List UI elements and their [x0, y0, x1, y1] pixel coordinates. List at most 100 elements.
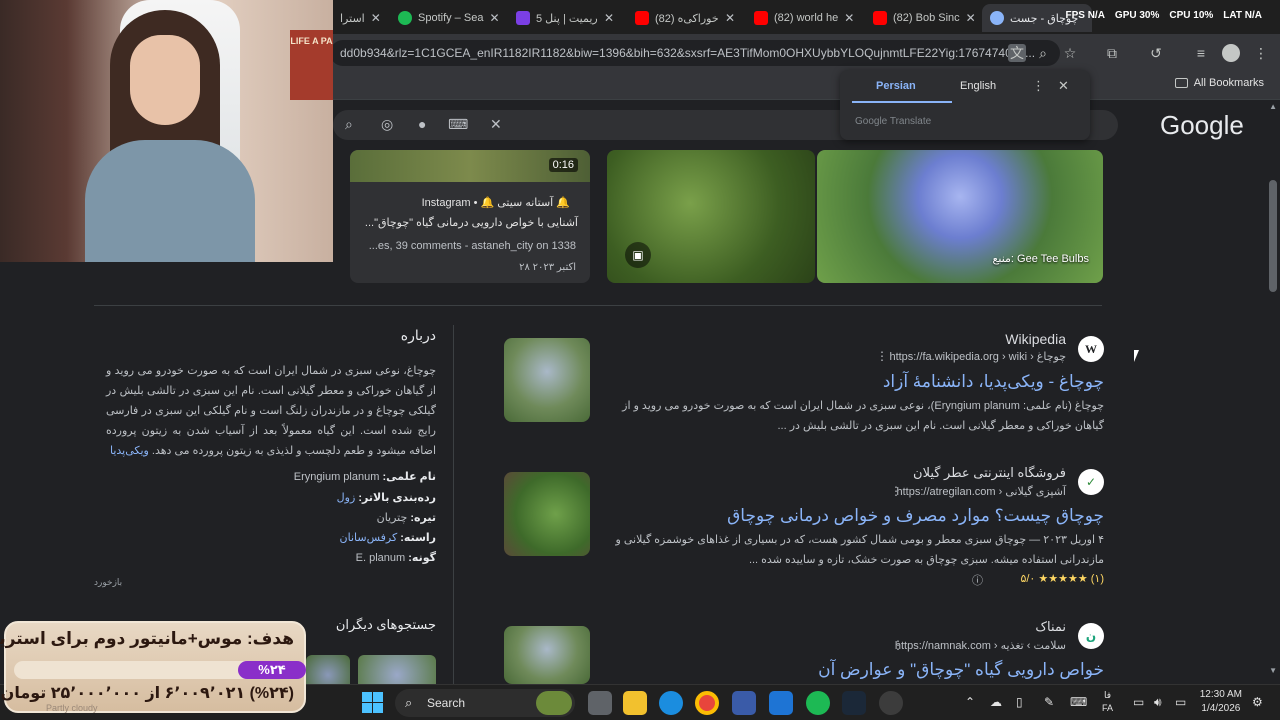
image-result-thistle[interactable]: منبع: Gee Tee Bulbs [817, 150, 1103, 283]
battery-icon[interactable]: ▭ [1175, 695, 1186, 709]
microphone-icon[interactable]: ● [418, 116, 426, 132]
feedback-link[interactable]: بازخورد [94, 577, 122, 588]
steam-icon[interactable] [842, 691, 866, 715]
profile-avatar-icon[interactable] [1222, 44, 1240, 62]
result-snippet: چوچاغ (نام علمی: Eryngium planum)، نوعی … [622, 400, 1104, 432]
cpu-readout: CPU 10% [1169, 10, 1214, 21]
translate-icon[interactable]: 文 [1008, 44, 1026, 62]
input-language-indicator[interactable]: فا FA [1102, 689, 1113, 715]
google-logo[interactable]: Google [1160, 110, 1244, 141]
tab-2[interactable]: ریمیت | پنل 5 ✕ [508, 4, 622, 32]
network-icon[interactable]: ▭ [1133, 695, 1144, 709]
tab-close-icon[interactable]: ✕ [489, 11, 499, 25]
tab-close-icon[interactable]: ✕ [966, 11, 976, 25]
app-icon[interactable] [769, 691, 793, 715]
system-monitor-overlay: FPS N/A GPU 30% CPU 10% LAT N/A [1065, 10, 1262, 21]
keyboard-icon[interactable]: ⌨ [1070, 695, 1087, 709]
goal-progress-bar: %۲۴ [14, 661, 306, 679]
task-view-icon[interactable] [588, 691, 612, 715]
result-title-link[interactable]: خواص دارویی گیاه "چوچاق" و عوارض آن [818, 660, 1104, 680]
address-bar[interactable]: dd0b934&rlz=1C1GCEA_enIR1182IR1182&biw=1… [330, 40, 1060, 66]
file-explorer-icon[interactable] [623, 691, 647, 715]
scroll-up-arrow-icon[interactable]: ▲ [1269, 102, 1277, 111]
info-icon[interactable]: ⓘ [972, 572, 983, 588]
result-options-icon[interactable]: ⋮ [890, 484, 902, 498]
tab-close-icon[interactable]: ✕ [844, 11, 854, 25]
volume-icon[interactable]: 🔊︎ [1154, 695, 1162, 710]
lang-code: FA [1102, 703, 1114, 713]
browser-menu-icon[interactable]: ⋮ [1252, 44, 1270, 62]
search-result-namnak: ن نمناک https://namnak.com › سلامت › تغذ… [500, 618, 1104, 684]
google-translate-brand: Google Translate [855, 116, 932, 127]
gpu-readout: GPU 30% [1114, 10, 1160, 21]
tab-close-icon[interactable]: ✕ [725, 11, 735, 25]
translate-close-icon[interactable]: ✕ [1058, 78, 1069, 94]
windows-start-icon[interactable] [362, 692, 384, 714]
translate-tab-english[interactable]: English [960, 80, 996, 92]
tab-label: Spotify – Sea [418, 12, 484, 24]
usb-icon[interactable]: ▯ [1016, 695, 1023, 709]
tab-1[interactable]: Spotify – Sea ✕ [390, 4, 504, 32]
tab-3[interactable]: (82) خوراکی‌ه ✕ [627, 4, 743, 32]
fact-label: رده‌بندی بالاتر: [358, 492, 436, 504]
result-thumbnail[interactable] [504, 338, 590, 422]
image-result-leaves[interactable]: ▣ [607, 150, 815, 283]
tab-close-icon[interactable]: ✕ [371, 11, 381, 25]
page-scrollbar[interactable]: ▲ ▼ [1267, 100, 1277, 680]
media-control-icon[interactable]: ≡ [1192, 44, 1210, 62]
result-options-icon[interactable]: ⋮ [876, 349, 888, 363]
url-text: dd0b934&rlz=1C1GCEA_enIR1182IR1182&biw=1… [340, 46, 1036, 60]
lat-readout: LAT N/A [1223, 10, 1262, 21]
result-options-icon[interactable]: ⋮ [892, 638, 904, 652]
clock-date: 1/4/2026 [1201, 703, 1241, 714]
result-url: https://namnak.com › سلامت › تغذیه [894, 640, 1066, 652]
obs-icon[interactable] [879, 691, 903, 715]
knowledge-panel-title: درباره [400, 327, 436, 343]
translate-options-icon[interactable]: ⋮ [1032, 78, 1045, 94]
clear-search-icon[interactable]: ✕ [490, 116, 502, 133]
scroll-thumb[interactable] [1269, 180, 1277, 292]
fact-value-link[interactable]: زول [337, 492, 356, 504]
lens-icon[interactable]: ◎ [381, 116, 393, 133]
notification-icon[interactable]: ⚙ [1252, 695, 1263, 709]
translate-tab-persian[interactable]: Persian [876, 80, 916, 92]
zoom-icon[interactable]: ⌕ [1034, 44, 1052, 62]
fact-higher-classification: رده‌بندی بالاتر: زول [337, 491, 436, 504]
video-duration: 0:16 [548, 158, 578, 172]
result-thumbnail[interactable] [504, 626, 590, 684]
fact-label: تیره: [410, 512, 436, 524]
spotify-icon[interactable] [806, 691, 830, 715]
bookmark-star-icon[interactable]: ☆ [1061, 44, 1079, 62]
tab-4[interactable]: (82) world he ✕ [746, 4, 860, 32]
edge-icon[interactable] [659, 691, 683, 715]
extensions-icon[interactable]: ⧉ [1103, 44, 1121, 62]
cloud-icon[interactable]: ☁ [990, 695, 1002, 709]
scroll-down-arrow-icon[interactable]: ▼ [1269, 666, 1277, 675]
tab-label: ریمیت | پنل 5 [536, 12, 598, 25]
result-thumbnail[interactable] [504, 472, 590, 556]
chrome-icon[interactable] [695, 691, 719, 715]
store-icon[interactable] [732, 691, 756, 715]
wikipedia-source-link[interactable]: ویکی‌پدیا [110, 445, 149, 457]
spotify-icon [398, 11, 412, 25]
tab-5[interactable]: (82) Bob Sinc ✕ [865, 4, 979, 32]
translate-popup: Persian English ⋮ ✕ Google Translate [840, 70, 1090, 140]
search-highlight-icon[interactable] [536, 691, 572, 715]
pen-icon[interactable]: ✎ [1044, 695, 1054, 709]
result-title-link[interactable]: چوچاق چیست؟ موارد مصرف و خواص درمانی چوچ… [727, 506, 1104, 526]
wikipedia-favicon-icon: W [1078, 336, 1104, 362]
fact-label: نام علمی: [382, 471, 436, 483]
tab-0[interactable]: استرا ✕ [332, 4, 387, 32]
keyboard-icon[interactable]: ⌨ [448, 116, 468, 133]
history-icon[interactable]: ↺ [1147, 44, 1165, 62]
result-title-link[interactable]: چوچاغ - ویکی‌پدیا، دانشنامهٔ آزاد [883, 372, 1104, 392]
fact-value-link[interactable]: کرفس‌سانان [340, 532, 398, 544]
search-result-wikipedia: W Wikipedia https://fa.wikipedia.org › w… [500, 330, 1104, 440]
tray-overflow-icon[interactable]: ⌃ [965, 695, 975, 709]
tab-close-icon[interactable]: ✕ [604, 11, 614, 25]
search-icon[interactable]: ⌕ [345, 116, 353, 133]
mouse-cursor-icon [1134, 350, 1139, 362]
taskbar-clock[interactable]: 12:30 AM 1/4/2026 [1200, 688, 1242, 716]
video-result-card[interactable]: 0:16 Instagram • 🔔 آستانه سیتی 🔔 آشنایی … [350, 150, 590, 283]
all-bookmarks-button[interactable]: All Bookmarks [1174, 77, 1264, 89]
